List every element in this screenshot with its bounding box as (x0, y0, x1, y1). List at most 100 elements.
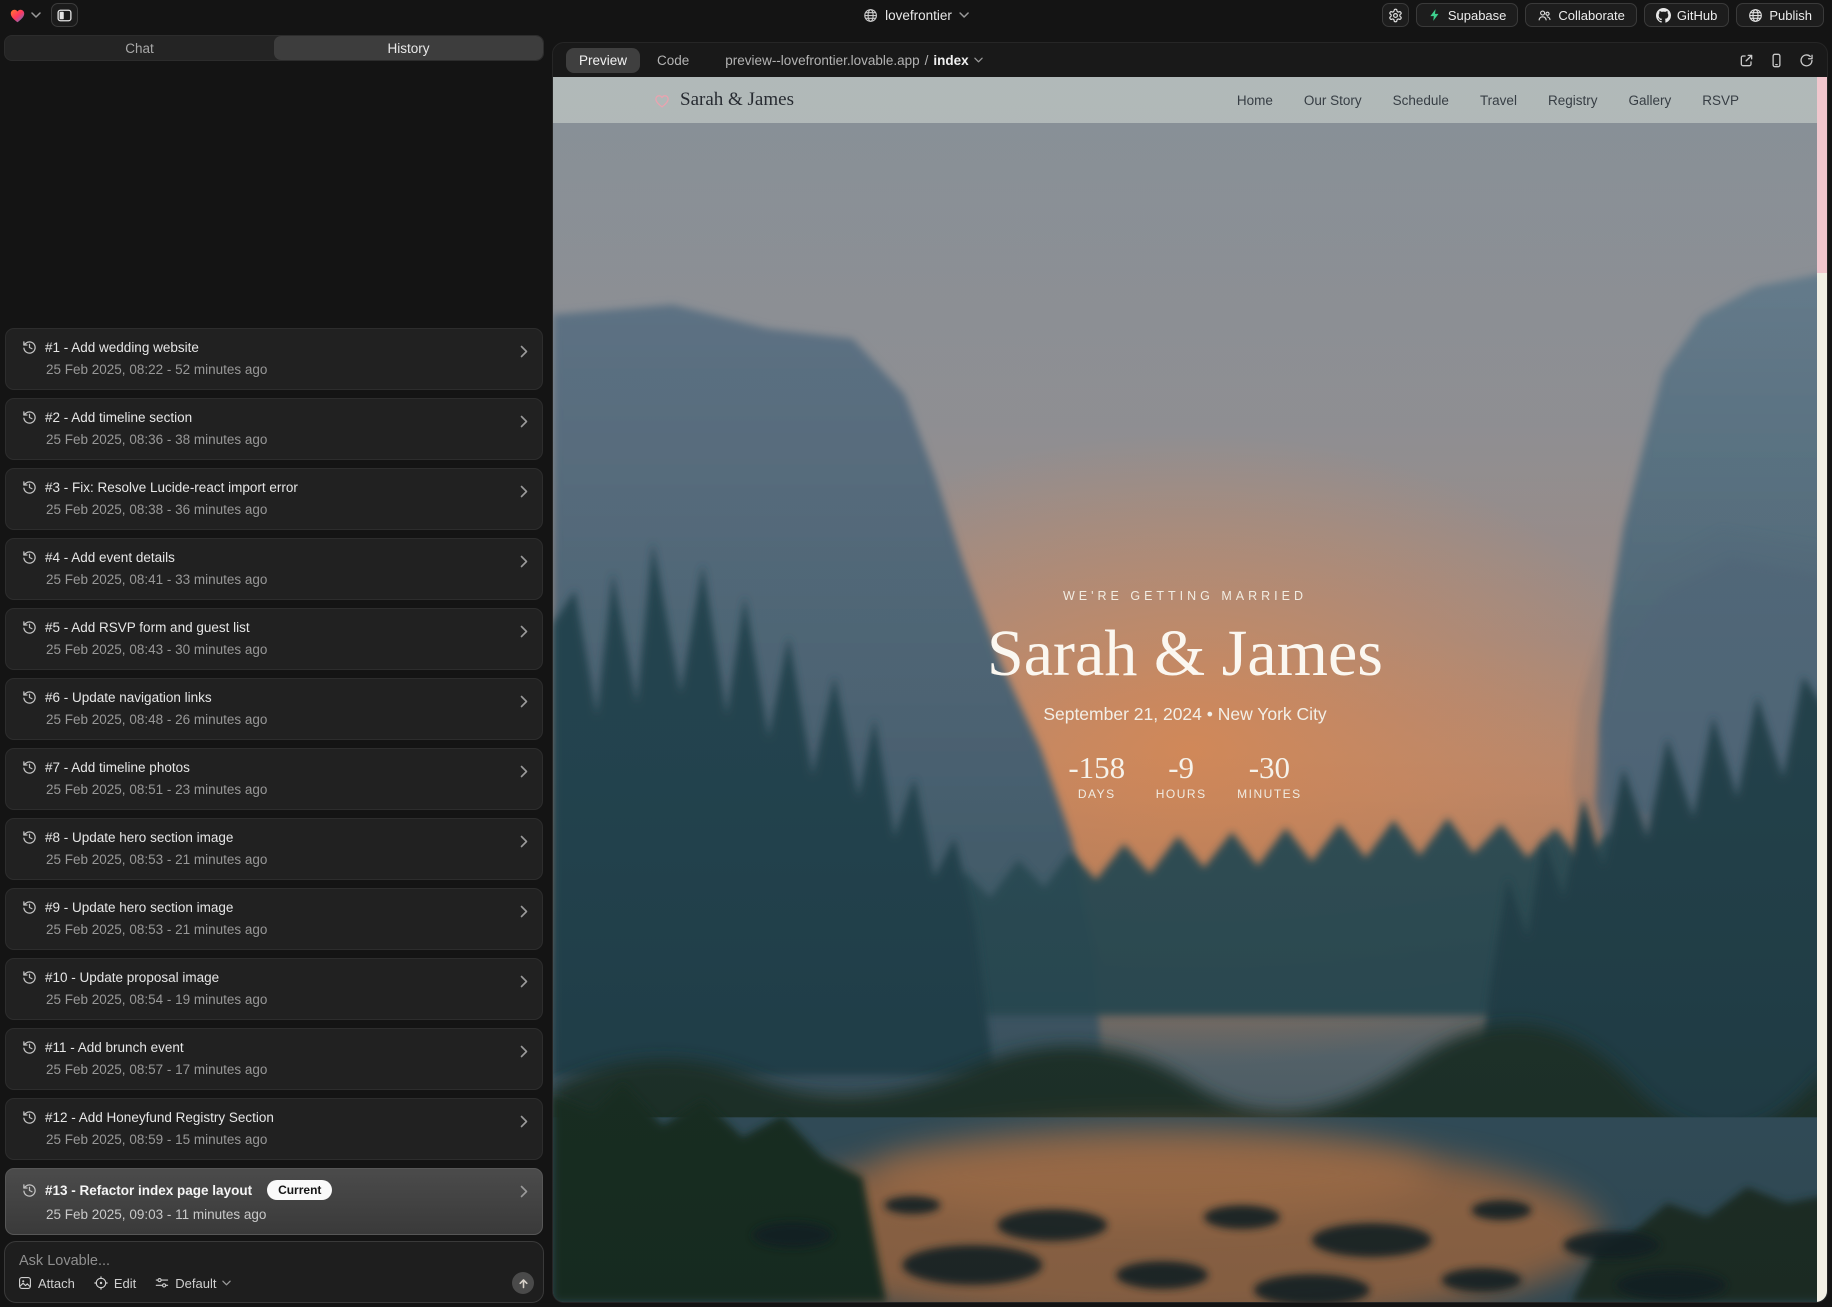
chevron-right-icon (520, 485, 528, 498)
site-scrollbar-thumb[interactable] (1817, 77, 1827, 273)
chevron-right-icon (520, 975, 528, 988)
project-selector[interactable]: lovefrontier (863, 0, 969, 30)
prompt-input[interactable]: Ask Lovable... (19, 1253, 529, 1269)
lovable-heart-icon (8, 6, 27, 25)
history-item-title: #6 - Update navigation links (45, 690, 212, 705)
globe-icon (863, 8, 878, 23)
url-separator: / (925, 53, 929, 68)
history-item-date: 25 Feb 2025, 08:51 - 23 minutes ago (46, 782, 526, 797)
site-nav-link[interactable]: RSVP (1702, 93, 1739, 108)
hero-eyebrow: WE'RE GETTING MARRIED (1063, 589, 1307, 603)
history-item[interactable]: #2 - Add timeline section 25 Feb 2025, 0… (5, 398, 543, 460)
history-clock-icon (22, 1110, 37, 1125)
supabase-button[interactable]: Supabase (1416, 3, 1519, 27)
github-icon (1656, 8, 1671, 23)
open-in-new-tab-icon[interactable] (1739, 53, 1754, 68)
site-scrollbar-track[interactable] (1817, 77, 1827, 1302)
mobile-view-icon[interactable] (1769, 53, 1784, 68)
chevron-down-icon (31, 12, 41, 18)
collaborate-button[interactable]: Collaborate (1525, 3, 1637, 27)
tab-chat[interactable]: Chat (5, 36, 274, 60)
history-item-date: 25 Feb 2025, 08:36 - 38 minutes ago (46, 432, 526, 447)
chat-history-panel: Chat History #1 - Add wedding website 25… (0, 30, 548, 1307)
history-item[interactable]: #10 - Update proposal image 25 Feb 2025,… (5, 958, 543, 1020)
globe-icon (1748, 8, 1763, 23)
site-nav-link[interactable]: Travel (1480, 93, 1517, 108)
history-clock-icon (22, 830, 37, 845)
tab-code[interactable]: Code (657, 53, 689, 68)
settings-button[interactable] (1382, 3, 1409, 27)
chevron-down-icon (959, 12, 969, 18)
history-item[interactable]: #1 - Add wedding website 25 Feb 2025, 08… (5, 328, 543, 390)
tab-preview[interactable]: Preview (566, 48, 640, 73)
lovable-logo-menu[interactable] (8, 6, 41, 25)
history-clock-icon (22, 410, 37, 425)
refresh-icon[interactable] (1799, 53, 1814, 68)
history-clock-icon (22, 340, 37, 355)
site-nav-link[interactable]: Schedule (1393, 93, 1449, 108)
history-item-title: #5 - Add RSVP form and guest list (45, 620, 250, 635)
history-clock-icon (22, 1183, 37, 1198)
send-button[interactable] (512, 1272, 534, 1294)
chevron-right-icon (520, 1185, 528, 1198)
site-nav-link[interactable]: Home (1237, 93, 1273, 108)
history-item-date: 25 Feb 2025, 09:03 - 11 minutes ago (46, 1207, 526, 1222)
site-nav: Home Our Story Schedule Travel Registry Galle… (1237, 93, 1739, 108)
site-nav-link[interactable]: Registry (1548, 93, 1598, 108)
publish-button[interactable]: Publish (1736, 3, 1824, 27)
history-item[interactable]: #4 - Add event details 25 Feb 2025, 08:4… (5, 538, 543, 600)
history-item[interactable]: #9 - Update hero section image 25 Feb 20… (5, 888, 543, 950)
history-clock-icon (22, 1040, 37, 1055)
chevron-right-icon (520, 345, 528, 358)
countdown-value: -9 (1168, 752, 1194, 785)
history-clock-icon (22, 970, 37, 985)
chevron-right-icon (520, 905, 528, 918)
history-clock-icon (22, 480, 37, 495)
site-header: Sarah & James Home Our Story Schedule Trave… (553, 77, 1827, 123)
panel-tabs: Chat History (4, 35, 544, 61)
history-item[interactable]: #3 - Fix: Resolve Lucide-react import er… (5, 468, 543, 530)
site-nav-link[interactable]: Our Story (1304, 93, 1362, 108)
site-logo-link[interactable]: Sarah & James (653, 89, 794, 111)
chevron-right-icon (520, 1115, 528, 1128)
history-item[interactable]: #8 - Update hero section image 25 Feb 20… (5, 818, 543, 880)
history-item[interactable]: #7 - Add timeline photos 25 Feb 2025, 08… (5, 748, 543, 810)
history-item[interactable]: #11 - Add brunch event 25 Feb 2025, 08:5… (5, 1028, 543, 1090)
prompt-composer[interactable]: Ask Lovable... Attach (4, 1241, 544, 1303)
history-item[interactable]: #12 - Add Honeyfund Registry Section 25 … (5, 1098, 543, 1160)
users-icon (1537, 8, 1552, 23)
current-badge: Current (267, 1180, 332, 1200)
countdown-label: DAYS (1078, 787, 1116, 801)
history-item[interactable]: #13 - Refactor index page layout Current… (5, 1168, 543, 1235)
history-item-date: 25 Feb 2025, 08:48 - 26 minutes ago (46, 712, 526, 727)
history-clock-icon (22, 620, 37, 635)
heart-outline-icon (653, 92, 671, 109)
chevron-right-icon (520, 835, 528, 848)
history-item[interactable]: #5 - Add RSVP form and guest list 25 Feb… (5, 608, 543, 670)
countdown-cell: -9 HOURS (1155, 752, 1207, 802)
history-item-date: 25 Feb 2025, 08:22 - 52 minutes ago (46, 362, 526, 377)
sliders-icon (155, 1276, 169, 1290)
chevron-right-icon (520, 625, 528, 638)
history-item-title: #3 - Fix: Resolve Lucide-react import er… (45, 480, 298, 495)
edit-mode-button[interactable]: Edit (94, 1276, 136, 1291)
preview-url-dropdown[interactable]: preview--lovefrontier.lovable.app / inde… (725, 53, 982, 68)
history-clock-icon (22, 690, 37, 705)
site-nav-link[interactable]: Gallery (1628, 93, 1671, 108)
image-icon (18, 1276, 32, 1290)
tab-history[interactable]: History (274, 36, 543, 60)
history-item-date: 25 Feb 2025, 08:53 - 21 minutes ago (46, 922, 526, 937)
project-name: lovefrontier (885, 8, 952, 23)
github-button[interactable]: GitHub (1644, 3, 1729, 27)
chevron-right-icon (520, 1045, 528, 1058)
model-mode-dropdown[interactable]: Default (155, 1276, 231, 1291)
history-item[interactable]: #6 - Update navigation links 25 Feb 2025… (5, 678, 543, 740)
history-clock-icon (22, 900, 37, 915)
history-item-date: 25 Feb 2025, 08:38 - 36 minutes ago (46, 502, 526, 517)
attach-button[interactable]: Attach (18, 1276, 75, 1291)
history-item-title: #12 - Add Honeyfund Registry Section (45, 1110, 274, 1125)
countdown-label: MINUTES (1237, 787, 1302, 801)
chevron-right-icon (520, 695, 528, 708)
hero-title: Sarah & James (987, 618, 1383, 691)
toggle-sidebar-button[interactable] (51, 3, 78, 27)
